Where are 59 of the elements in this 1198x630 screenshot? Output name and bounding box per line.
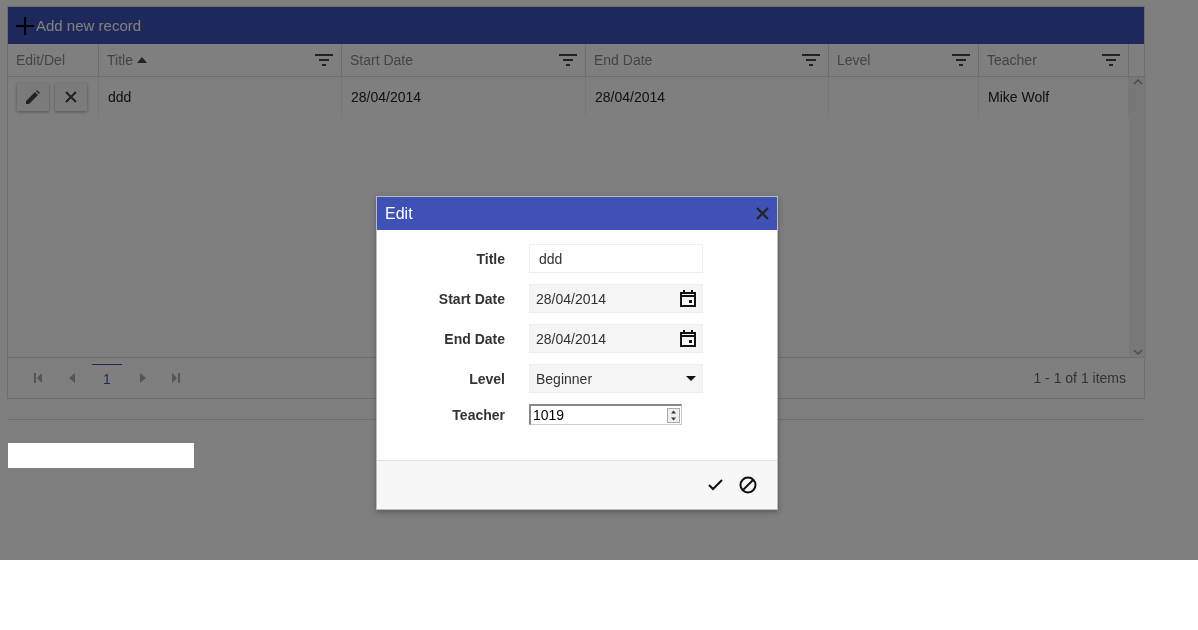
column-title: Edit/Del <box>16 52 66 68</box>
field-label: End Date <box>443 330 505 347</box>
column-header[interactable]: Teacher <box>979 44 1129 77</box>
previous-page-icon <box>68 373 75 383</box>
cell-text: Mike Wolf <box>988 89 1050 105</box>
calendar-icon[interactable] <box>680 290 696 307</box>
pencil-icon <box>26 90 40 104</box>
field-value: 28/04/2014 <box>536 290 607 307</box>
close-icon <box>65 91 77 103</box>
field-value: Beginner <box>536 370 593 387</box>
pager-summary: 1 - 1 of 1 items <box>1033 370 1126 386</box>
filter-icon[interactable] <box>559 54 577 66</box>
cancel-button[interactable] <box>739 476 757 494</box>
page-number[interactable]: 1 <box>92 364 122 392</box>
column-title: Title <box>107 52 133 68</box>
text-field[interactable]: ddd <box>529 244 703 273</box>
filter-icon[interactable] <box>1102 54 1120 66</box>
cell-text: 28/04/2014 <box>595 89 666 105</box>
cancel-icon <box>739 476 757 494</box>
calendar-icon[interactable] <box>680 330 696 347</box>
field-label: Start Date <box>437 290 505 307</box>
column-header[interactable]: Edit/Del <box>8 44 99 77</box>
last-page-icon <box>171 373 180 383</box>
field-value: 28/04/2014 <box>536 330 607 347</box>
column-header[interactable]: Title <box>99 44 342 77</box>
next-page-icon <box>139 373 146 383</box>
column-header[interactable]: Start Date <box>342 44 586 77</box>
field-label: Level <box>468 370 505 387</box>
cell-text: ddd <box>108 89 132 105</box>
filter-icon[interactable] <box>315 54 333 66</box>
checkmark-icon <box>708 479 723 491</box>
dialog-title: Edit <box>385 204 413 223</box>
cell-text: 28/04/2014 <box>351 89 422 105</box>
save-button[interactable] <box>708 479 723 491</box>
field-value: 1019 <box>533 407 565 423</box>
field-label: Title <box>475 250 505 267</box>
filter-icon[interactable] <box>802 54 820 66</box>
column-title: End Date <box>594 52 653 68</box>
add-record-button[interactable]: Add new record <box>16 16 142 35</box>
column-header[interactable]: End Date <box>586 44 829 77</box>
date-field[interactable]: 28/04/2014 <box>529 284 703 313</box>
edit-button[interactable] <box>17 83 49 111</box>
plus-icon <box>16 16 34 35</box>
delete-button[interactable] <box>55 83 87 111</box>
close-button[interactable] <box>756 207 769 220</box>
field-label: Teacher <box>451 406 505 423</box>
numeric-field[interactable]: 1019 <box>529 404 682 425</box>
close-icon <box>756 207 769 220</box>
date-field[interactable]: 28/04/2014 <box>529 324 703 353</box>
column-header[interactable]: Level <box>829 44 979 77</box>
first-page-icon <box>34 373 43 383</box>
column-title: Teacher <box>987 52 1037 68</box>
column-title: Start Date <box>350 52 414 68</box>
dropdown-field[interactable]: Beginner <box>529 364 703 393</box>
spinner-icon[interactable] <box>667 407 680 423</box>
sort-ascending-icon <box>136 57 147 63</box>
column-title: Level <box>837 52 871 68</box>
caret-icon <box>686 376 696 381</box>
filter-icon[interactable] <box>952 54 970 66</box>
